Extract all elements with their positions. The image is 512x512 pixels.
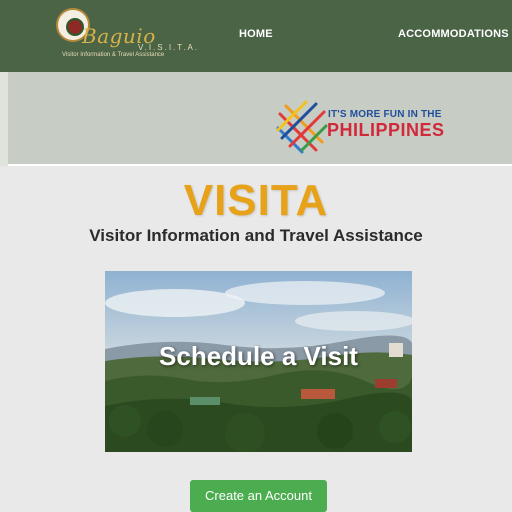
hero-caption: Schedule a Visit	[159, 341, 358, 371]
create-account-button[interactable]: Create an Account	[190, 480, 327, 512]
page-subtitle: Visitor Information and Travel Assistanc…	[89, 226, 423, 245]
logo-tagline: Visitor Information & Travel Assistance	[62, 52, 165, 58]
nav-accommodations-link[interactable]: ACCOMMODATIONS	[398, 28, 509, 40]
baguio-visita-logo[interactable]: Baguio V.I.S.I.T.A. Visitor Information …	[54, 6, 197, 62]
fun-logo-line2: PHILIPPINES	[327, 120, 445, 140]
logo-brand-text: V.I.S.I.T.A.	[138, 43, 200, 52]
top-navbar: Baguio V.I.S.I.T.A. Visitor Information …	[0, 0, 512, 72]
banner-edge	[0, 72, 8, 166]
its-more-fun-logo: IT'S MORE FUN IN THE PHILIPPINES	[276, 100, 452, 154]
fun-logo-line1: IT'S MORE FUN IN THE	[328, 109, 442, 120]
nav-home-link[interactable]: HOME	[239, 28, 273, 40]
schedule-visit-hero-image[interactable]: Schedule a Visit	[105, 271, 412, 452]
page-title: VISITA	[183, 176, 329, 225]
weave-icon	[276, 100, 328, 154]
